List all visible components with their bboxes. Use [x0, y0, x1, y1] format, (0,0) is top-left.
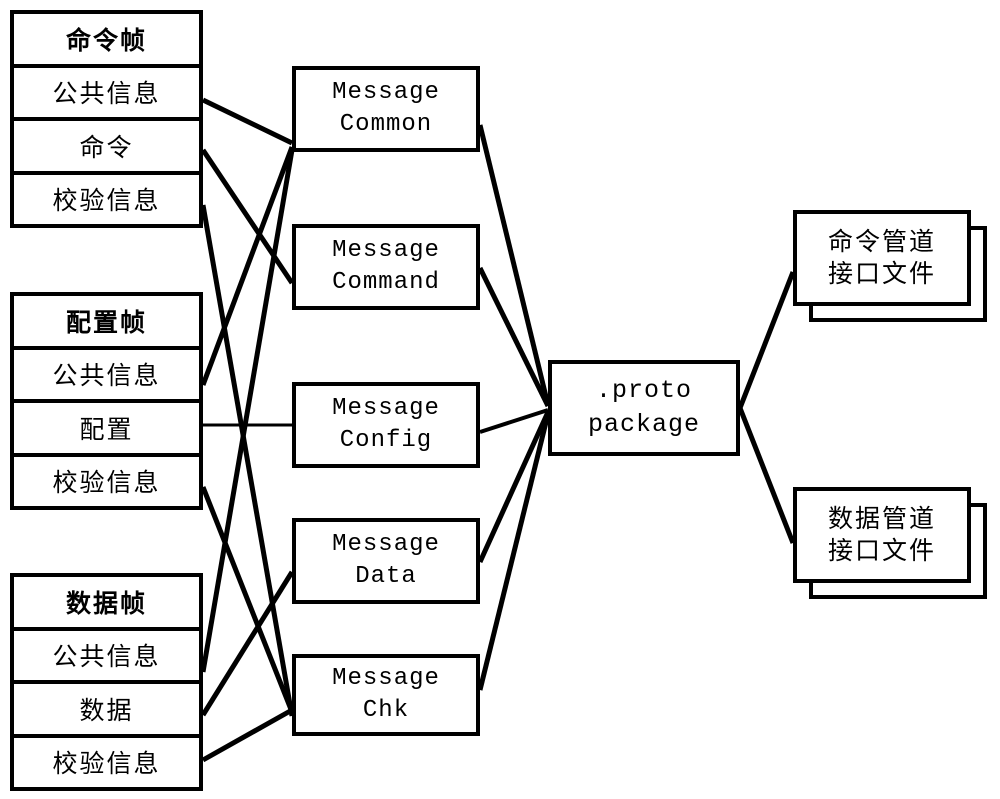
command-pipe-file-line1: 命令管道 [827, 227, 936, 256]
wire-proto-to-command-pipe [737, 271, 796, 409]
message-data-box: Message Data [292, 518, 480, 604]
message-common-line2: Common [339, 111, 433, 138]
message-chk-box: Message Chk [292, 654, 480, 736]
wire-msgconfig-to-proto [479, 408, 549, 434]
data-frame-row-common: 公共信息 [14, 630, 199, 684]
command-pipe-file-front: 命令管道 接口文件 [793, 210, 971, 306]
data-frame-table: 数据帧 公共信息 数据 校验信息 [10, 573, 203, 791]
data-pipe-interface-file-stack: 数据管道 接口文件 [793, 487, 993, 605]
proto-package-box: .proto package [548, 360, 740, 456]
wire-msgdata-to-proto [477, 410, 551, 564]
wire-cfg-common-to-msgcommon [200, 146, 295, 386]
data-frame-row-data: 数据 [14, 684, 199, 738]
data-pipe-file-line1: 数据管道 [827, 504, 936, 533]
wire-cfg-chk-to-msgchk [200, 486, 295, 713]
wire-dat-chk-to-msgchk [201, 707, 294, 763]
command-pipe-file-line2: 接口文件 [827, 260, 936, 288]
config-frame-header: 配置帧 [14, 296, 199, 350]
config-frame-table: 配置帧 公共信息 配置 校验信息 [10, 292, 203, 510]
message-data-line2: Data [355, 563, 417, 590]
message-config-line2: Config [339, 427, 433, 454]
message-common-line1: Message [332, 78, 440, 106]
message-command-box: Message Command [292, 224, 480, 310]
config-frame-row-common: 公共信息 [14, 349, 199, 403]
message-chk-line1: Message [332, 664, 440, 692]
config-frame-row-checksum: 校验信息 [14, 456, 199, 506]
wire-msgcommand-to-proto [477, 266, 551, 408]
wire-msgcommon-to-proto [477, 124, 551, 406]
message-chk-line2: Chk [362, 697, 410, 724]
wire-cmd-chk-to-msgchk [200, 204, 295, 717]
command-frame-table: 命令帧 公共信息 命令 校验信息 [10, 10, 203, 228]
message-command-line2: Command [332, 269, 440, 296]
config-frame-row-config: 配置 [14, 403, 199, 457]
wire-cmd-command-to-msgcommand [200, 148, 295, 285]
wire-proto-to-data-pipe [737, 407, 796, 544]
command-pipe-interface-file-stack: 命令管道 接口文件 [793, 210, 993, 328]
proto-package-line1: .proto [595, 376, 692, 406]
command-frame-row-common: 公共信息 [14, 67, 199, 121]
wire-dat-data-to-msgdata [200, 570, 295, 717]
data-pipe-file-line2: 接口文件 [827, 537, 936, 565]
data-frame-header: 数据帧 [14, 577, 199, 631]
command-frame-row-command: 命令 [14, 121, 199, 175]
command-frame-header: 命令帧 [14, 14, 199, 68]
proto-package-line2: package [587, 410, 701, 439]
data-frame-row-checksum: 校验信息 [14, 737, 199, 787]
diagram-canvas: 命令帧 公共信息 命令 校验信息 配置帧 公共信息 配置 校验信息 数据帧 公共… [0, 0, 1000, 799]
wire-cmd-common-to-msgcommon [201, 97, 294, 146]
data-pipe-file-front: 数据管道 接口文件 [793, 487, 971, 583]
message-config-box: Message Config [292, 382, 480, 468]
message-config-line1: Message [332, 394, 440, 422]
command-frame-row-checksum: 校验信息 [14, 174, 199, 224]
wire-msgchk-to-proto [477, 413, 551, 691]
wire-dat-common-to-msgcommon [200, 149, 295, 673]
message-command-line1: Message [332, 236, 440, 264]
message-data-line1: Message [332, 530, 440, 558]
message-common-box: Message Common [292, 66, 480, 152]
